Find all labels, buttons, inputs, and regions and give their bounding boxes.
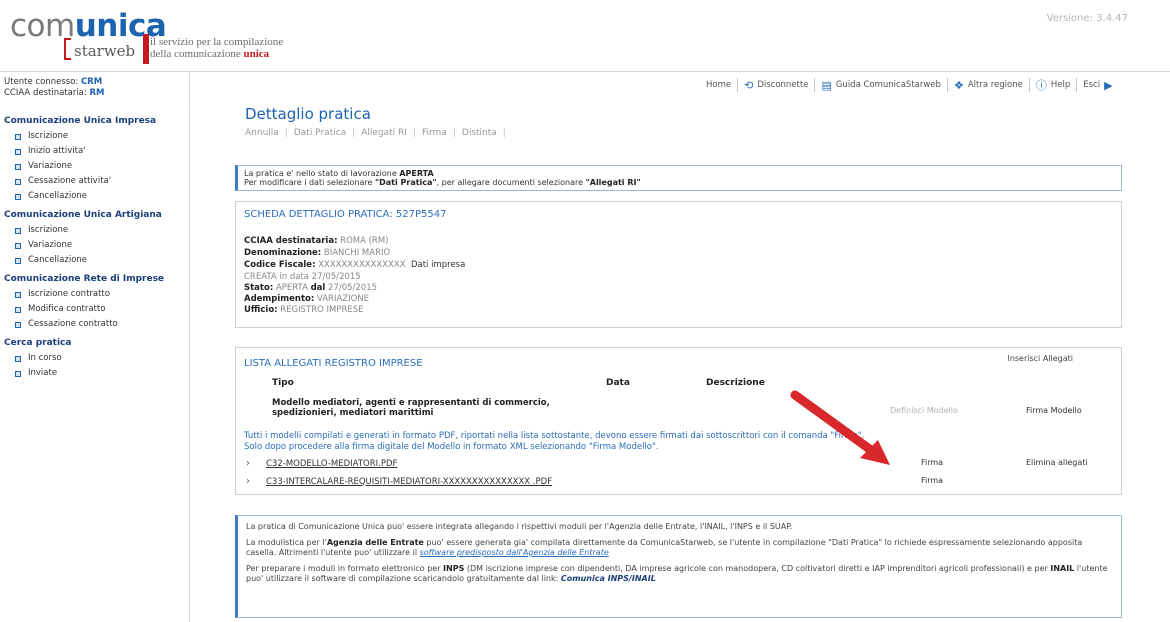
action-tabs: Annulla | Dati Pratica | Allegati RI | Firm… (245, 128, 506, 138)
sidebar: Comunicazione Unica Impresa Iscrizione I… (0, 110, 190, 622)
cciaa-row: CCIAA destinataria: ROMA (RM) (244, 236, 389, 246)
tab-firma[interactable]: Firma (422, 128, 447, 138)
exit-link[interactable]: Esci ▶ (1077, 78, 1118, 92)
sign-file-link[interactable]: Firma (921, 476, 943, 485)
help-link[interactable]: ⓘ Help (1030, 78, 1078, 92)
red-arrow-annotation (790, 390, 890, 465)
sidebar-item-inviate[interactable]: Inviate (4, 366, 189, 381)
adempimento-row: Adempimento: VARIAZIONE (244, 294, 370, 304)
sidebar-item-artigiana-variazione[interactable]: Variazione (4, 238, 189, 253)
bullet-icon (15, 163, 21, 170)
attachment-row[interactable]: › C32-MODELLO-MEDIATORI.PDF (246, 458, 397, 469)
sign-model-link[interactable]: Firma Modello (1026, 406, 1082, 415)
attachment-link[interactable]: C33-INTERCALARE-REQUISITI-MEDIATORI-XXXX… (266, 477, 552, 487)
tab-distinta[interactable]: Distinta (462, 128, 497, 138)
user-info: Utente connesso: CRM CCIAA destinataria:… (0, 73, 190, 109)
logo-bar (143, 34, 149, 64)
guide-link[interactable]: ▤ Guida ComunicaStarweb (815, 78, 948, 92)
define-model-link[interactable]: Definisci Modello (890, 406, 958, 415)
col-tipo: Tipo (272, 378, 294, 388)
dati-impresa-link[interactable]: Dati impresa (411, 260, 465, 270)
exit-arrow-icon: ▶ (1104, 78, 1113, 92)
chevron-right-icon: › (246, 476, 250, 487)
tab-dati-pratica[interactable]: Dati Pratica (294, 128, 346, 138)
chevron-right-icon: › (246, 458, 250, 469)
bullet-icon (15, 321, 21, 328)
status-info-box: La pratica e' nello stato di lavorazione… (235, 165, 1122, 191)
sidebar-item-cessazione-contratto[interactable]: Cessazione contratto (4, 317, 189, 332)
stato-row: Stato: APERTA dal 27/05/2015 (244, 283, 378, 293)
guide-icon: ▤ (821, 78, 832, 92)
bullet-icon (15, 227, 21, 234)
ufficio-row: Ufficio: REGISTRO IMPRESE (244, 305, 364, 315)
bullet-icon (15, 370, 21, 377)
page-title: Dettaglio pratica (245, 105, 371, 123)
sidebar-item-inizio-attivita[interactable]: Inizio attivita' (4, 144, 189, 159)
bullet-icon (15, 178, 21, 185)
tab-allegati-ri[interactable]: Allegati RI (361, 128, 407, 138)
inps-inail-link[interactable]: Comunica INPS/INAIL (561, 574, 656, 583)
sidebar-item-artigiana-cancellazione[interactable]: Cancellazione (4, 253, 189, 268)
sidebar-item-artigiana-iscrizione[interactable]: Iscrizione (4, 223, 189, 238)
region-link[interactable]: ❖ Altra regione (948, 78, 1030, 92)
sign-file-link[interactable]: Firma (921, 458, 943, 467)
region-icon: ❖ (953, 78, 964, 92)
bullet-icon (15, 257, 21, 264)
sidebar-item-iscrizione-contratto[interactable]: Iscrizione contratto (4, 287, 189, 302)
creata-row: CREATA in data 27/05/2015 (244, 272, 361, 282)
attachment-row[interactable]: › C33-INTERCALARE-REQUISITI-MEDIATORI-XXX… (246, 476, 552, 487)
home-link[interactable]: Home (700, 78, 739, 92)
bullet-icon (15, 133, 21, 140)
tagline: il servizio per la compilazione della co… (150, 36, 284, 60)
sidebar-section-title: Comunicazione Unica Artigiana (4, 210, 162, 220)
col-data: Data (606, 378, 630, 388)
model-name: Modello mediatori, agenti e rappresentan… (272, 398, 550, 418)
help-icon: ⓘ (1035, 79, 1047, 92)
logo-starweb: starweb (74, 42, 136, 60)
attachments-card: LISTA ALLEGATI REGISTRO IMPRESE Inserisc… (235, 347, 1122, 495)
sidebar-section-title: Cerca pratica (4, 338, 72, 348)
practice-detail-card: SCHEDA DETTAGLIO PRATICA: 527P5547 CCIAA… (235, 201, 1122, 328)
bullet-icon (15, 148, 21, 155)
agenzia-entrate-software-link[interactable]: software predisposto dall'Agenzia delle … (420, 548, 609, 557)
delete-attachments-link[interactable]: Elimina allegati (1026, 458, 1088, 467)
tab-annulla[interactable]: Annulla (245, 128, 279, 138)
version-label: Versione: 3.4.47 (1046, 13, 1128, 24)
practice-detail-title: SCHEDA DETTAGLIO PRATICA: 527P5547 (244, 209, 447, 220)
bullet-icon (15, 242, 21, 249)
bullet-icon (15, 306, 21, 313)
codice-fiscale-row: Codice Fiscale: XXXXXXXXXXXXXXX Dati imp… (244, 260, 466, 270)
col-descrizione: Descrizione (706, 378, 765, 388)
bullet-icon (15, 291, 21, 298)
sidebar-item-variazione[interactable]: Variazione (4, 159, 189, 174)
bullet-icon (15, 193, 21, 200)
denominazione-row: Denominazione: BIANCHI MARIO (244, 248, 391, 258)
sidebar-section-title: Comunicazione Unica Impresa (4, 116, 157, 126)
sidebar-section-title: Comunicazione Rete di Imprese (4, 274, 165, 284)
sidebar-item-modifica-contratto[interactable]: Modifica contratto (4, 302, 189, 317)
signing-note: Tutti i modelli compilati e generati in … (244, 431, 865, 452)
app-header: comunica starweb il servizio per la comp… (0, 0, 1170, 72)
insert-attachments-link[interactable]: Inserisci Allegati (1007, 354, 1073, 363)
attachments-title: LISTA ALLEGATI REGISTRO IMPRESE (244, 358, 423, 369)
disconnect-icon: ⟲ (744, 78, 754, 92)
disconnect-link[interactable]: ⟲ Disconnette (738, 78, 816, 92)
attachment-link[interactable]: C32-MODELLO-MEDIATORI.PDF (266, 459, 397, 469)
sidebar-item-in-corso[interactable]: In corso (4, 351, 189, 366)
logo-bracket (64, 38, 71, 60)
sidebar-item-cessazione-attivita[interactable]: Cessazione attivita' (4, 174, 189, 189)
sidebar-item-cancellazione[interactable]: Cancellazione (4, 189, 189, 204)
bullet-icon (15, 355, 21, 362)
sidebar-item-iscrizione[interactable]: Iscrizione (4, 129, 189, 144)
top-navigation: Home ⟲ Disconnette ▤ Guida ComunicaStarweb… (700, 74, 1119, 96)
integration-info-box: La pratica di Comunicazione Unica puo' e… (235, 515, 1122, 618)
